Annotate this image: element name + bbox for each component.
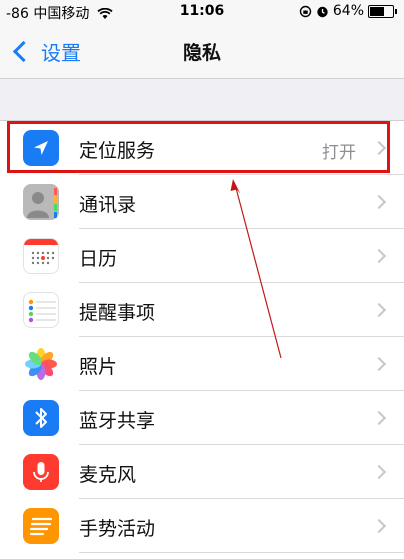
navigation-bar: 设置 隐私: [0, 22, 404, 79]
page-title: 隐私: [182, 42, 221, 64]
calendar-icon: [23, 238, 59, 274]
chevron-right-icon: [371, 356, 387, 372]
status-bar: -86 中国移动 11:06 64%: [0, 0, 404, 22]
row-label: 蓝牙共享: [79, 410, 156, 432]
row-label: 麦克风: [79, 464, 137, 486]
motion-activity-icon: [23, 508, 59, 544]
bluetooth-icon: [23, 400, 59, 436]
photos-icon: [23, 346, 59, 382]
row-value: 打开: [322, 143, 356, 163]
location-arrow-icon: [23, 130, 59, 166]
chevron-right-icon: [371, 194, 387, 210]
chevron-right-icon: [371, 140, 387, 156]
row-contacts[interactable]: 通讯录: [0, 175, 404, 229]
section-header-spacer: [0, 79, 404, 121]
row-reminders[interactable]: 提醒事项: [0, 283, 404, 337]
chevron-right-icon: [371, 518, 387, 534]
chevron-right-icon: [371, 302, 387, 318]
chevron-right-icon: [371, 248, 387, 264]
row-label: 日历: [79, 248, 118, 270]
status-right: 64%: [299, 3, 397, 19]
privacy-list: 定位服务 打开 通讯录 日历 提醒事项 照片 蓝牙共享 麦克风 手势活动: [0, 121, 404, 553]
row-microphone[interactable]: 麦克风: [0, 445, 404, 499]
row-motion-activity[interactable]: 手势活动: [0, 499, 404, 553]
alarm-icon: [317, 6, 328, 17]
rotation-lock-icon: [299, 5, 312, 17]
contacts-icon: [23, 184, 59, 220]
row-bluetooth-sharing[interactable]: 蓝牙共享: [0, 391, 404, 445]
microphone-icon: [23, 454, 59, 490]
battery-icon: [368, 4, 397, 18]
row-label: 定位服务: [79, 140, 156, 162]
row-label: 通讯录: [79, 194, 137, 216]
row-label: 提醒事项: [79, 302, 156, 324]
chevron-right-icon: [371, 464, 387, 480]
row-calendar[interactable]: 日历: [0, 229, 404, 283]
reminders-icon: [23, 292, 59, 328]
battery-percent: 64%: [332, 3, 364, 19]
row-label: 照片: [79, 356, 118, 378]
row-location-services[interactable]: 定位服务 打开: [0, 121, 404, 175]
row-label: 手势活动: [79, 518, 156, 540]
row-photos[interactable]: 照片: [0, 337, 404, 391]
chevron-right-icon: [371, 410, 387, 426]
